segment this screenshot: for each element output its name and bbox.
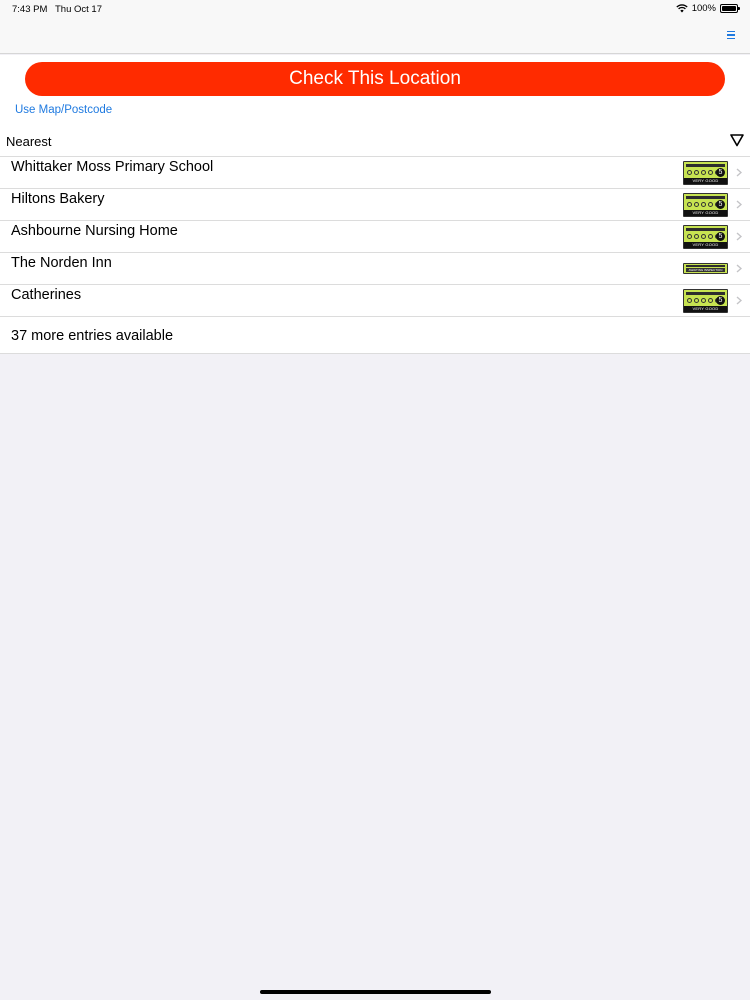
- filter-triangle-icon[interactable]: [730, 133, 744, 147]
- rating-text: VERY GOOD: [684, 178, 727, 184]
- rating-value: 5: [716, 168, 725, 177]
- status-time: 7:43 PM: [12, 4, 48, 15]
- chevron-right-icon: [736, 296, 742, 305]
- rating-text: VERY GOOD: [684, 306, 727, 312]
- places-list: Whittaker Moss Primary School 5 VERY GOO…: [0, 157, 750, 354]
- menu-icon[interactable]: [727, 31, 735, 39]
- place-name: Ashbourne Nursing Home: [11, 223, 178, 239]
- rating-value: 5: [716, 200, 725, 209]
- place-name: Catherines: [11, 287, 82, 303]
- chevron-right-icon: [736, 168, 742, 177]
- list-item[interactable]: The Norden Inn AWAITING INSPECTION: [0, 253, 750, 285]
- status-bar: 7:43 PM Thu Oct 17 100%: [0, 0, 750, 18]
- chevron-right-icon: [736, 264, 742, 273]
- list-item[interactable]: Hiltons Bakery 5 VERY GOOD: [0, 189, 750, 221]
- place-name: The Norden Inn: [11, 255, 112, 271]
- more-entries-row[interactable]: 37 more entries available: [0, 317, 750, 354]
- rating-text: AWAITING INSPECTION: [686, 268, 725, 272]
- battery-percent: 100%: [691, 3, 716, 14]
- place-name: Whittaker Moss Primary School: [11, 159, 214, 175]
- hygiene-rating-badge: 5 VERY GOOD: [683, 161, 728, 185]
- list-item[interactable]: Catherines 5 VERY GOOD: [0, 285, 750, 317]
- chevron-right-icon: [736, 200, 742, 209]
- list-item[interactable]: Whittaker Moss Primary School 5 VERY GOO…: [0, 157, 750, 189]
- sort-header[interactable]: Nearest: [0, 127, 750, 157]
- rating-text: VERY GOOD: [684, 242, 727, 248]
- hygiene-rating-badge: 5 VERY GOOD: [683, 289, 728, 313]
- sort-label: Nearest: [6, 134, 52, 149]
- more-entries-text: 37 more entries available: [11, 328, 174, 344]
- rating-value: 5: [716, 296, 725, 305]
- status-date: Thu Oct 17: [55, 4, 102, 15]
- chevron-right-icon: [736, 232, 742, 241]
- home-indicator[interactable]: [260, 990, 491, 994]
- rating-value: 5: [716, 232, 725, 241]
- status-right: 100%: [676, 3, 740, 14]
- hygiene-rating-badge: 5 VERY GOOD: [683, 225, 728, 249]
- rating-text: VERY GOOD: [684, 210, 727, 216]
- list-item[interactable]: Ashbourne Nursing Home 5 VERY GOOD: [0, 221, 750, 253]
- wifi-icon: [676, 4, 688, 13]
- place-name: Hiltons Bakery: [11, 191, 105, 207]
- battery-icon: [720, 4, 740, 13]
- hygiene-rating-badge: AWAITING INSPECTION: [683, 263, 728, 274]
- hygiene-rating-badge: 5 VERY GOOD: [683, 193, 728, 217]
- check-section: Check This Location Use Map/Postcode: [0, 55, 750, 127]
- check-location-button[interactable]: Check This Location: [25, 62, 725, 96]
- use-map-postcode-link[interactable]: Use Map/Postcode: [15, 104, 112, 116]
- nav-bar: [0, 18, 750, 54]
